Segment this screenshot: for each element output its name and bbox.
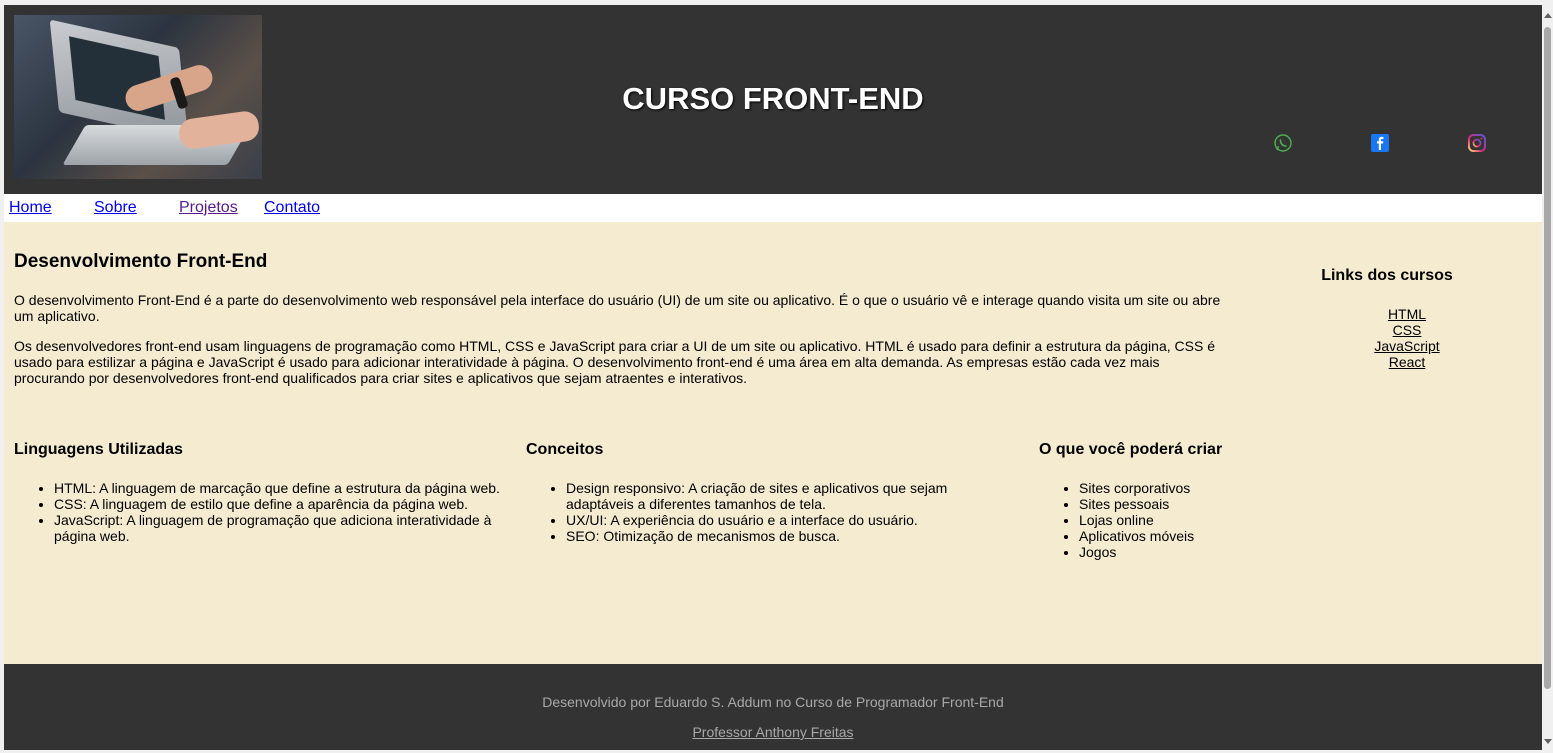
vertical-scrollbar[interactable] xyxy=(1542,5,1553,750)
list-item: UX/UI: A experiência do usuário e a inte… xyxy=(566,512,986,528)
list-item: Sites pessoais xyxy=(1079,496,1279,512)
course-links-title: Links dos cursos xyxy=(1321,267,1453,284)
create-title: O que você poderá criar xyxy=(1039,441,1223,458)
languages-list: HTML: A linguagem de marcação que define… xyxy=(14,480,504,544)
main-heading: Desenvolvimento Front-End xyxy=(14,251,268,272)
list-item: JavaScript: A linguagem de programação q… xyxy=(54,512,504,544)
list-item: Aplicativos móveis xyxy=(1079,528,1279,544)
concepts-list: Design responsivo: A criação de sites e … xyxy=(526,480,986,544)
scrollbar-thumb[interactable] xyxy=(1544,27,1551,689)
instagram-icon[interactable] xyxy=(1467,133,1487,153)
scroll-down-icon[interactable] xyxy=(1544,739,1552,744)
course-link-javascript[interactable]: JavaScript xyxy=(1337,338,1477,354)
list-item: Lojas online xyxy=(1079,512,1279,528)
site-header: CURSO FRONT-END xyxy=(4,5,1542,194)
list-item: Jogos xyxy=(1079,544,1279,560)
whatsapp-icon[interactable] xyxy=(1273,133,1293,153)
list-item: SEO: Otimização de mecanismos de busca. xyxy=(566,528,986,544)
page: CURSO FRONT-END Home Sobre Projetos Cont… xyxy=(4,5,1542,750)
list-item: Sites corporativos xyxy=(1079,480,1279,496)
intro-paragraph: O desenvolvimento Front-End é a parte do… xyxy=(14,292,1221,324)
course-links: HTML CSS JavaScript React xyxy=(1337,306,1477,370)
nav-contato-link[interactable]: Contato xyxy=(264,199,320,217)
site-title: CURSO FRONT-END xyxy=(622,81,924,116)
list-item: CSS: A linguagem de estilo que define a … xyxy=(54,496,504,512)
detail-paragraph: Os desenvolvedores front-end usam lingua… xyxy=(14,338,1215,386)
concepts-title: Conceitos xyxy=(526,441,604,458)
site-footer: Desenvolvido por Eduardo S. Addum no Cur… xyxy=(4,664,1542,750)
create-list: Sites corporativos Sites pessoais Lojas … xyxy=(1039,480,1279,560)
nav-projetos-link[interactable]: Projetos xyxy=(179,199,238,217)
list-item: Design responsivo: A criação de sites e … xyxy=(566,480,986,512)
nav-sobre-link[interactable]: Sobre xyxy=(94,199,137,217)
professor-link[interactable]: Professor Anthony Freitas xyxy=(692,724,853,740)
course-link-css[interactable]: CSS xyxy=(1337,322,1477,338)
main-nav: Home Sobre Projetos Contato xyxy=(4,194,1542,222)
nav-home-link[interactable]: Home xyxy=(9,199,52,217)
list-item: HTML: A linguagem de marcação que define… xyxy=(54,480,504,496)
languages-title: Linguagens Utilizadas xyxy=(14,441,183,458)
footer-credit: Desenvolvido por Eduardo S. Addum no Cur… xyxy=(542,694,1004,710)
course-link-react[interactable]: React xyxy=(1337,354,1477,370)
scroll-up-icon[interactable] xyxy=(1544,13,1552,18)
course-link-html[interactable]: HTML xyxy=(1337,306,1477,322)
facebook-icon[interactable] xyxy=(1370,133,1390,153)
